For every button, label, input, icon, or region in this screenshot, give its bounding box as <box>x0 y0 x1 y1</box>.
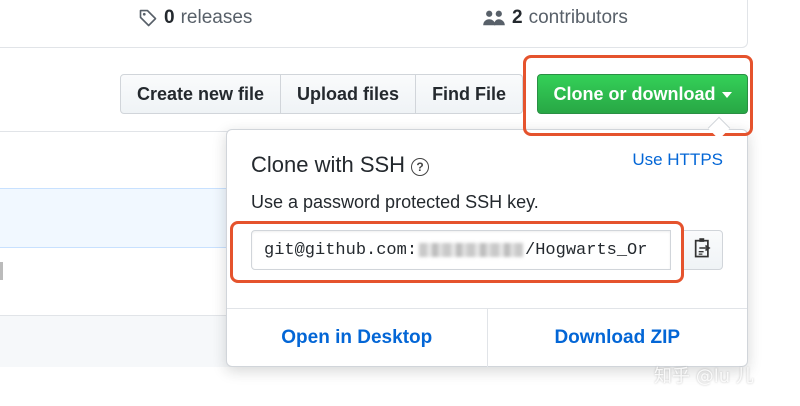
ssh-description: Use a password protected SSH key. <box>251 192 539 212</box>
releases-count: 0 <box>164 7 175 28</box>
download-zip-button[interactable]: Download ZIP <box>486 309 748 367</box>
people-icon <box>482 8 506 28</box>
find-file-button[interactable]: Find File <box>416 74 524 114</box>
releases-label: releases <box>180 7 253 28</box>
panel-title: Clone with SSH ? <box>251 152 430 178</box>
file-actions: Create new file Upload files Find File <box>120 74 524 114</box>
clone-ssh-title: Clone with SSH <box>251 152 406 177</box>
create-new-file-button[interactable]: Create new file <box>120 74 282 114</box>
use-https-link[interactable]: Use HTTPS <box>632 150 723 170</box>
repo-stats-bar: 0 releases 2 contributors <box>0 0 748 48</box>
clipboard-icon <box>694 237 712 264</box>
watermark: 知乎 @lu 儿 <box>654 366 754 387</box>
copy-url-button[interactable] <box>683 230 723 270</box>
question-icon[interactable]: ? <box>411 157 430 176</box>
contributors-stat[interactable]: 2 contributors <box>482 7 628 29</box>
contributors-count: 2 <box>512 7 523 28</box>
upload-files-button[interactable]: Upload files <box>281 74 417 114</box>
file-list-row <box>0 315 232 367</box>
highlight-clone-url <box>230 221 684 283</box>
panel-footer: Open in Desktop Download ZIP <box>227 308 747 367</box>
file-list-edge <box>0 262 3 280</box>
contributors-label: contributors <box>528 7 628 28</box>
releases-stat[interactable]: 0 releases <box>138 7 252 29</box>
tag-icon <box>138 8 158 28</box>
open-in-desktop-button[interactable]: Open in Desktop <box>227 309 487 367</box>
commit-info-row <box>0 188 232 248</box>
